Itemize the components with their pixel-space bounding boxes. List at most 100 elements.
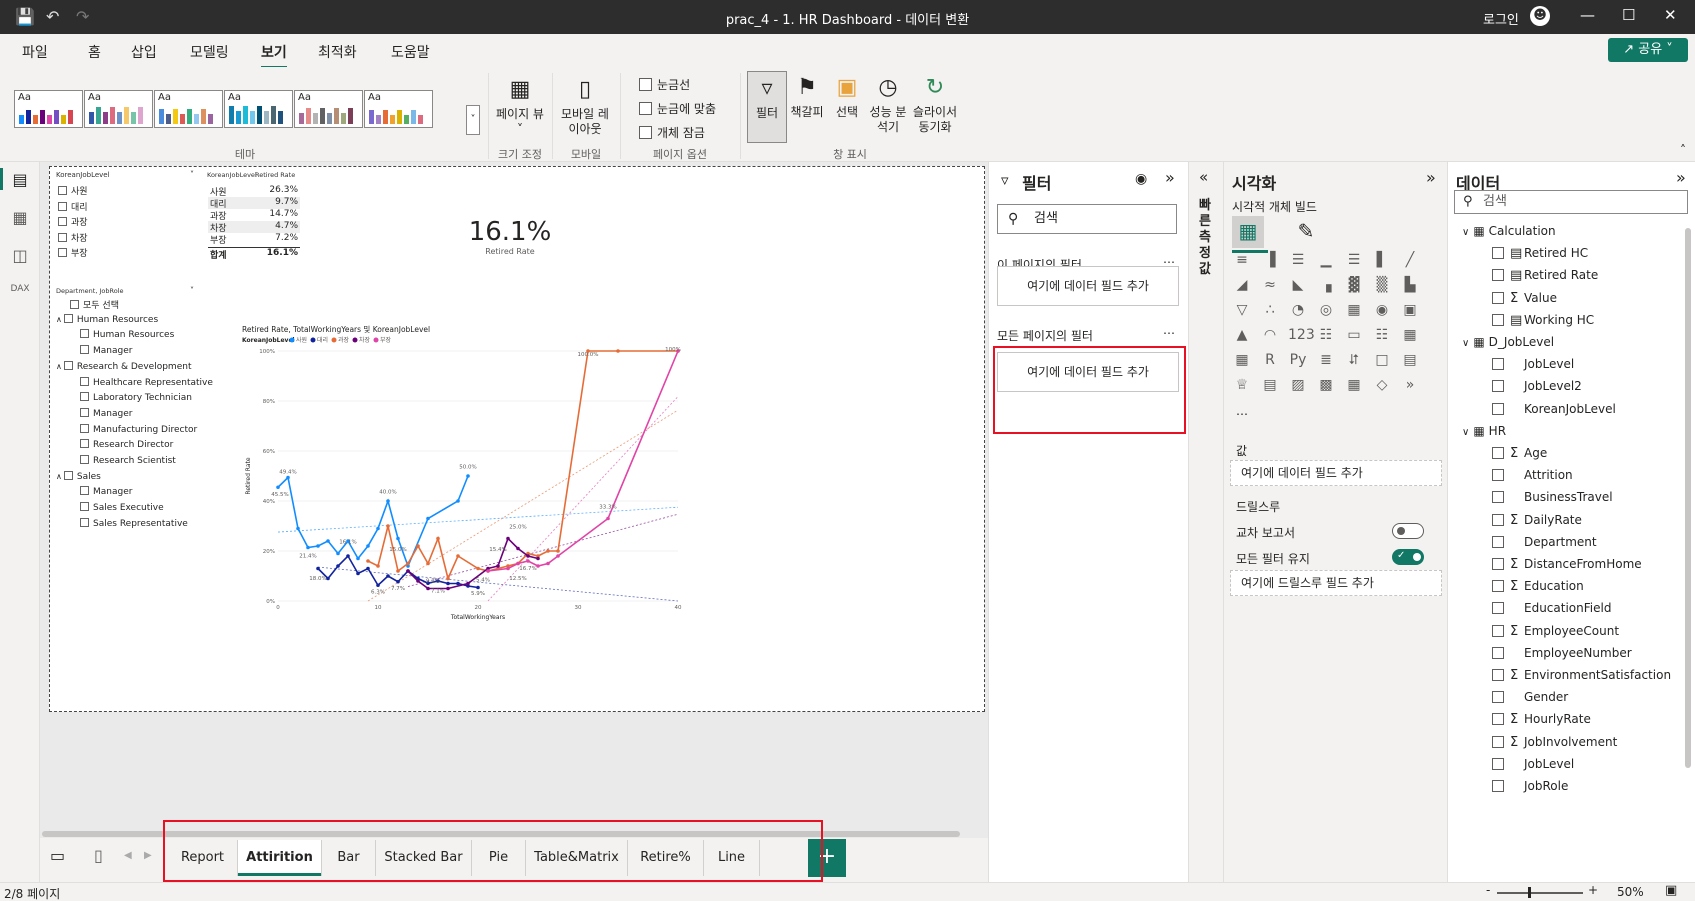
gauge-icon[interactable]: ◠ <box>1260 325 1280 345</box>
chevron-up-icon[interactable]: ∧ <box>56 362 62 371</box>
field-item[interactable]: JobLevel <box>1492 757 1692 775</box>
field-item[interactable]: Σ JobInvolvement <box>1492 735 1692 753</box>
stacked-bar-chart-icon[interactable]: ≡ <box>1232 250 1252 270</box>
slicer-group[interactable]: ∧ Sales <box>56 470 101 482</box>
slicer-option[interactable]: 대리 <box>58 200 88 213</box>
qa-icon[interactable]: □ <box>1372 350 1392 370</box>
narrative-icon[interactable]: ▤ <box>1400 350 1420 370</box>
slicer-option[interactable]: 사원 <box>58 184 88 197</box>
new-card-icon[interactable]: ▨ <box>1288 375 1308 395</box>
field-item[interactable]: Σ Value <box>1492 291 1692 309</box>
chevron-down-icon[interactable]: ˅ <box>190 170 194 179</box>
slicer-option[interactable]: Sales Representative <box>80 517 188 529</box>
zoom-out-icon[interactable]: - <box>1486 883 1490 897</box>
drillthrough-add-field-well[interactable]: 여기에 드릴스루 필드 추가 <box>1230 570 1442 596</box>
area-chart-icon[interactable]: ◢ <box>1232 275 1252 295</box>
clustered-bar-chart-icon[interactable]: ☰ <box>1288 250 1308 270</box>
field-item[interactable]: Σ EnvironmentSatisfaction <box>1492 668 1692 686</box>
chevron-down-icon[interactable]: ˅ <box>190 286 194 295</box>
more-visuals-icon[interactable]: … <box>1236 404 1248 418</box>
snap-to-grid-checkbox[interactable]: 눈금에 맞춤 <box>639 100 716 117</box>
field-item[interactable]: JobLevel2 <box>1492 379 1692 397</box>
all-pages-add-field-well[interactable]: 여기에 데이터 필드 추가 <box>997 352 1179 392</box>
line-chart-icon[interactable]: ╱ <box>1400 250 1420 270</box>
next-page-icon[interactable]: ▶ <box>144 850 152 861</box>
slicer-option[interactable]: Manufacturing Director <box>80 423 197 435</box>
collapse-pane-icon[interactable]: » <box>1676 168 1686 187</box>
field-item[interactable]: Σ Education <box>1492 579 1692 597</box>
table-node-hr[interactable]: ∨ ▦ HR <box>1462 424 1506 438</box>
chevron-visual-icon[interactable]: » <box>1400 375 1420 395</box>
kpi-card[interactable]: 16.1% Retired Rate <box>440 217 580 256</box>
clustered-column-chart-icon[interactable]: ▁ <box>1316 250 1336 270</box>
maximize-icon[interactable]: ☐ <box>1622 6 1635 24</box>
field-item[interactable]: Department <box>1492 535 1692 553</box>
bookmarks-pane-button[interactable]: ⚑ 책갈피 <box>788 75 826 120</box>
page-tab-line[interactable]: Line <box>704 840 760 876</box>
field-item[interactable]: EducationField <box>1492 601 1692 619</box>
menu-modeling[interactable]: 모델링 <box>190 42 229 62</box>
theme-swatch[interactable]: Aa <box>224 90 293 128</box>
waterfall-chart-icon[interactable]: ▒ <box>1372 275 1392 295</box>
table-view-icon[interactable]: ▦ <box>10 208 30 228</box>
field-item[interactable]: ▤ Retired HC <box>1492 246 1692 264</box>
share-button[interactable]: ↗ 공유 ˅ <box>1608 38 1688 62</box>
slicer-option[interactable]: 과장 <box>58 215 88 228</box>
chevron-down-icon[interactable]: ∨ <box>1462 427 1469 438</box>
decomposition-tree-icon[interactable]: ⮃ <box>1344 350 1364 370</box>
menu-insert[interactable]: 삽입 <box>131 42 157 62</box>
stacked-area-icon[interactable]: ≈ <box>1260 275 1280 295</box>
menu-home[interactable]: 홈 <box>88 42 101 62</box>
slicer-group[interactable]: ∧ Research & Development <box>56 360 191 372</box>
zoom-slider-thumb[interactable] <box>1527 887 1531 898</box>
field-item[interactable]: JobLevel <box>1492 357 1692 375</box>
multi-row-card-icon[interactable]: ☷ <box>1316 325 1336 345</box>
slicer-group[interactable]: ∧ Human Resources <box>56 313 158 325</box>
chevron-down-icon[interactable]: ∨ <box>1462 227 1469 238</box>
menu-file[interactable]: 파일 <box>22 42 48 62</box>
100-stacked-bar-icon[interactable]: ☰ <box>1344 250 1364 270</box>
this-page-add-field-well[interactable]: 여기에 데이터 필드 추가 <box>997 266 1179 306</box>
donut-chart-icon[interactable]: ◎ <box>1316 300 1336 320</box>
data-search-input[interactable]: ⚲ 검색 <box>1454 190 1688 214</box>
page-tab-table-matrix[interactable]: Table&Matrix <box>526 840 628 876</box>
treemap-icon[interactable]: ▦ <box>1344 300 1364 320</box>
theme-swatch[interactable]: Aa <box>364 90 433 128</box>
theme-swatch[interactable]: Aa <box>14 90 83 128</box>
field-item[interactable]: Σ EmployeeCount <box>1492 624 1692 642</box>
page-tab-stacked-bar[interactable]: Stacked Bar <box>376 840 472 876</box>
select-all-option[interactable]: 모두 선택 <box>70 298 119 311</box>
slicer-option[interactable]: Research Director <box>80 439 173 450</box>
chevron-down-icon[interactable]: ∨ <box>1462 338 1469 349</box>
field-item[interactable]: Attrition <box>1492 468 1692 486</box>
map-icon[interactable]: ◉ <box>1372 300 1392 320</box>
field-item[interactable]: EmployeeNumber <box>1492 646 1692 664</box>
field-item[interactable]: Σ HourlyRate <box>1492 712 1692 730</box>
field-item[interactable]: Σ Age <box>1492 446 1692 464</box>
funnel-chart-icon[interactable]: ▙ <box>1400 275 1420 295</box>
filter-pane-button[interactable]: ▿ 필터 <box>747 71 787 143</box>
page-tab-report[interactable]: Report <box>168 840 238 876</box>
slicer-option[interactable]: Manager <box>80 345 132 356</box>
funnel-icon[interactable]: ▽ <box>1232 300 1252 320</box>
matrix-icon[interactable]: ▦ <box>1232 350 1252 370</box>
zoom-in-icon[interactable]: + <box>1588 883 1598 897</box>
slicer-option[interactable]: Human Resources <box>80 329 174 340</box>
menu-optimize[interactable]: 최적화 <box>318 42 357 62</box>
zoom-slider[interactable] <box>1497 892 1583 894</box>
pie-chart-icon[interactable]: ◔ <box>1288 300 1308 320</box>
power-apps-icon[interactable]: ▦ <box>1344 375 1364 395</box>
gridlines-checkbox[interactable]: 눈금선 <box>639 76 690 93</box>
page-tab-attirition[interactable]: Attirition <box>238 840 322 876</box>
ribbon-chart-icon[interactable]: ▓ <box>1344 275 1364 295</box>
slicer-option[interactable]: Research Scientist <box>80 455 176 466</box>
line-and-column-icon[interactable]: ◣ <box>1288 275 1308 295</box>
eye-icon[interactable]: ◉ <box>1135 171 1147 187</box>
collapse-pane-icon[interactable]: » <box>1165 168 1175 187</box>
theme-gallery-expand-icon[interactable]: ˅ <box>466 105 480 135</box>
key-influencers-icon[interactable]: ≣ <box>1316 350 1336 370</box>
menu-help[interactable]: 도움말 <box>391 42 430 62</box>
theme-swatch[interactable]: Aa <box>84 90 153 128</box>
fit-to-page-icon[interactable]: ▣ <box>1665 883 1677 898</box>
collapse-ribbon-icon[interactable]: ˄ <box>1680 143 1686 157</box>
